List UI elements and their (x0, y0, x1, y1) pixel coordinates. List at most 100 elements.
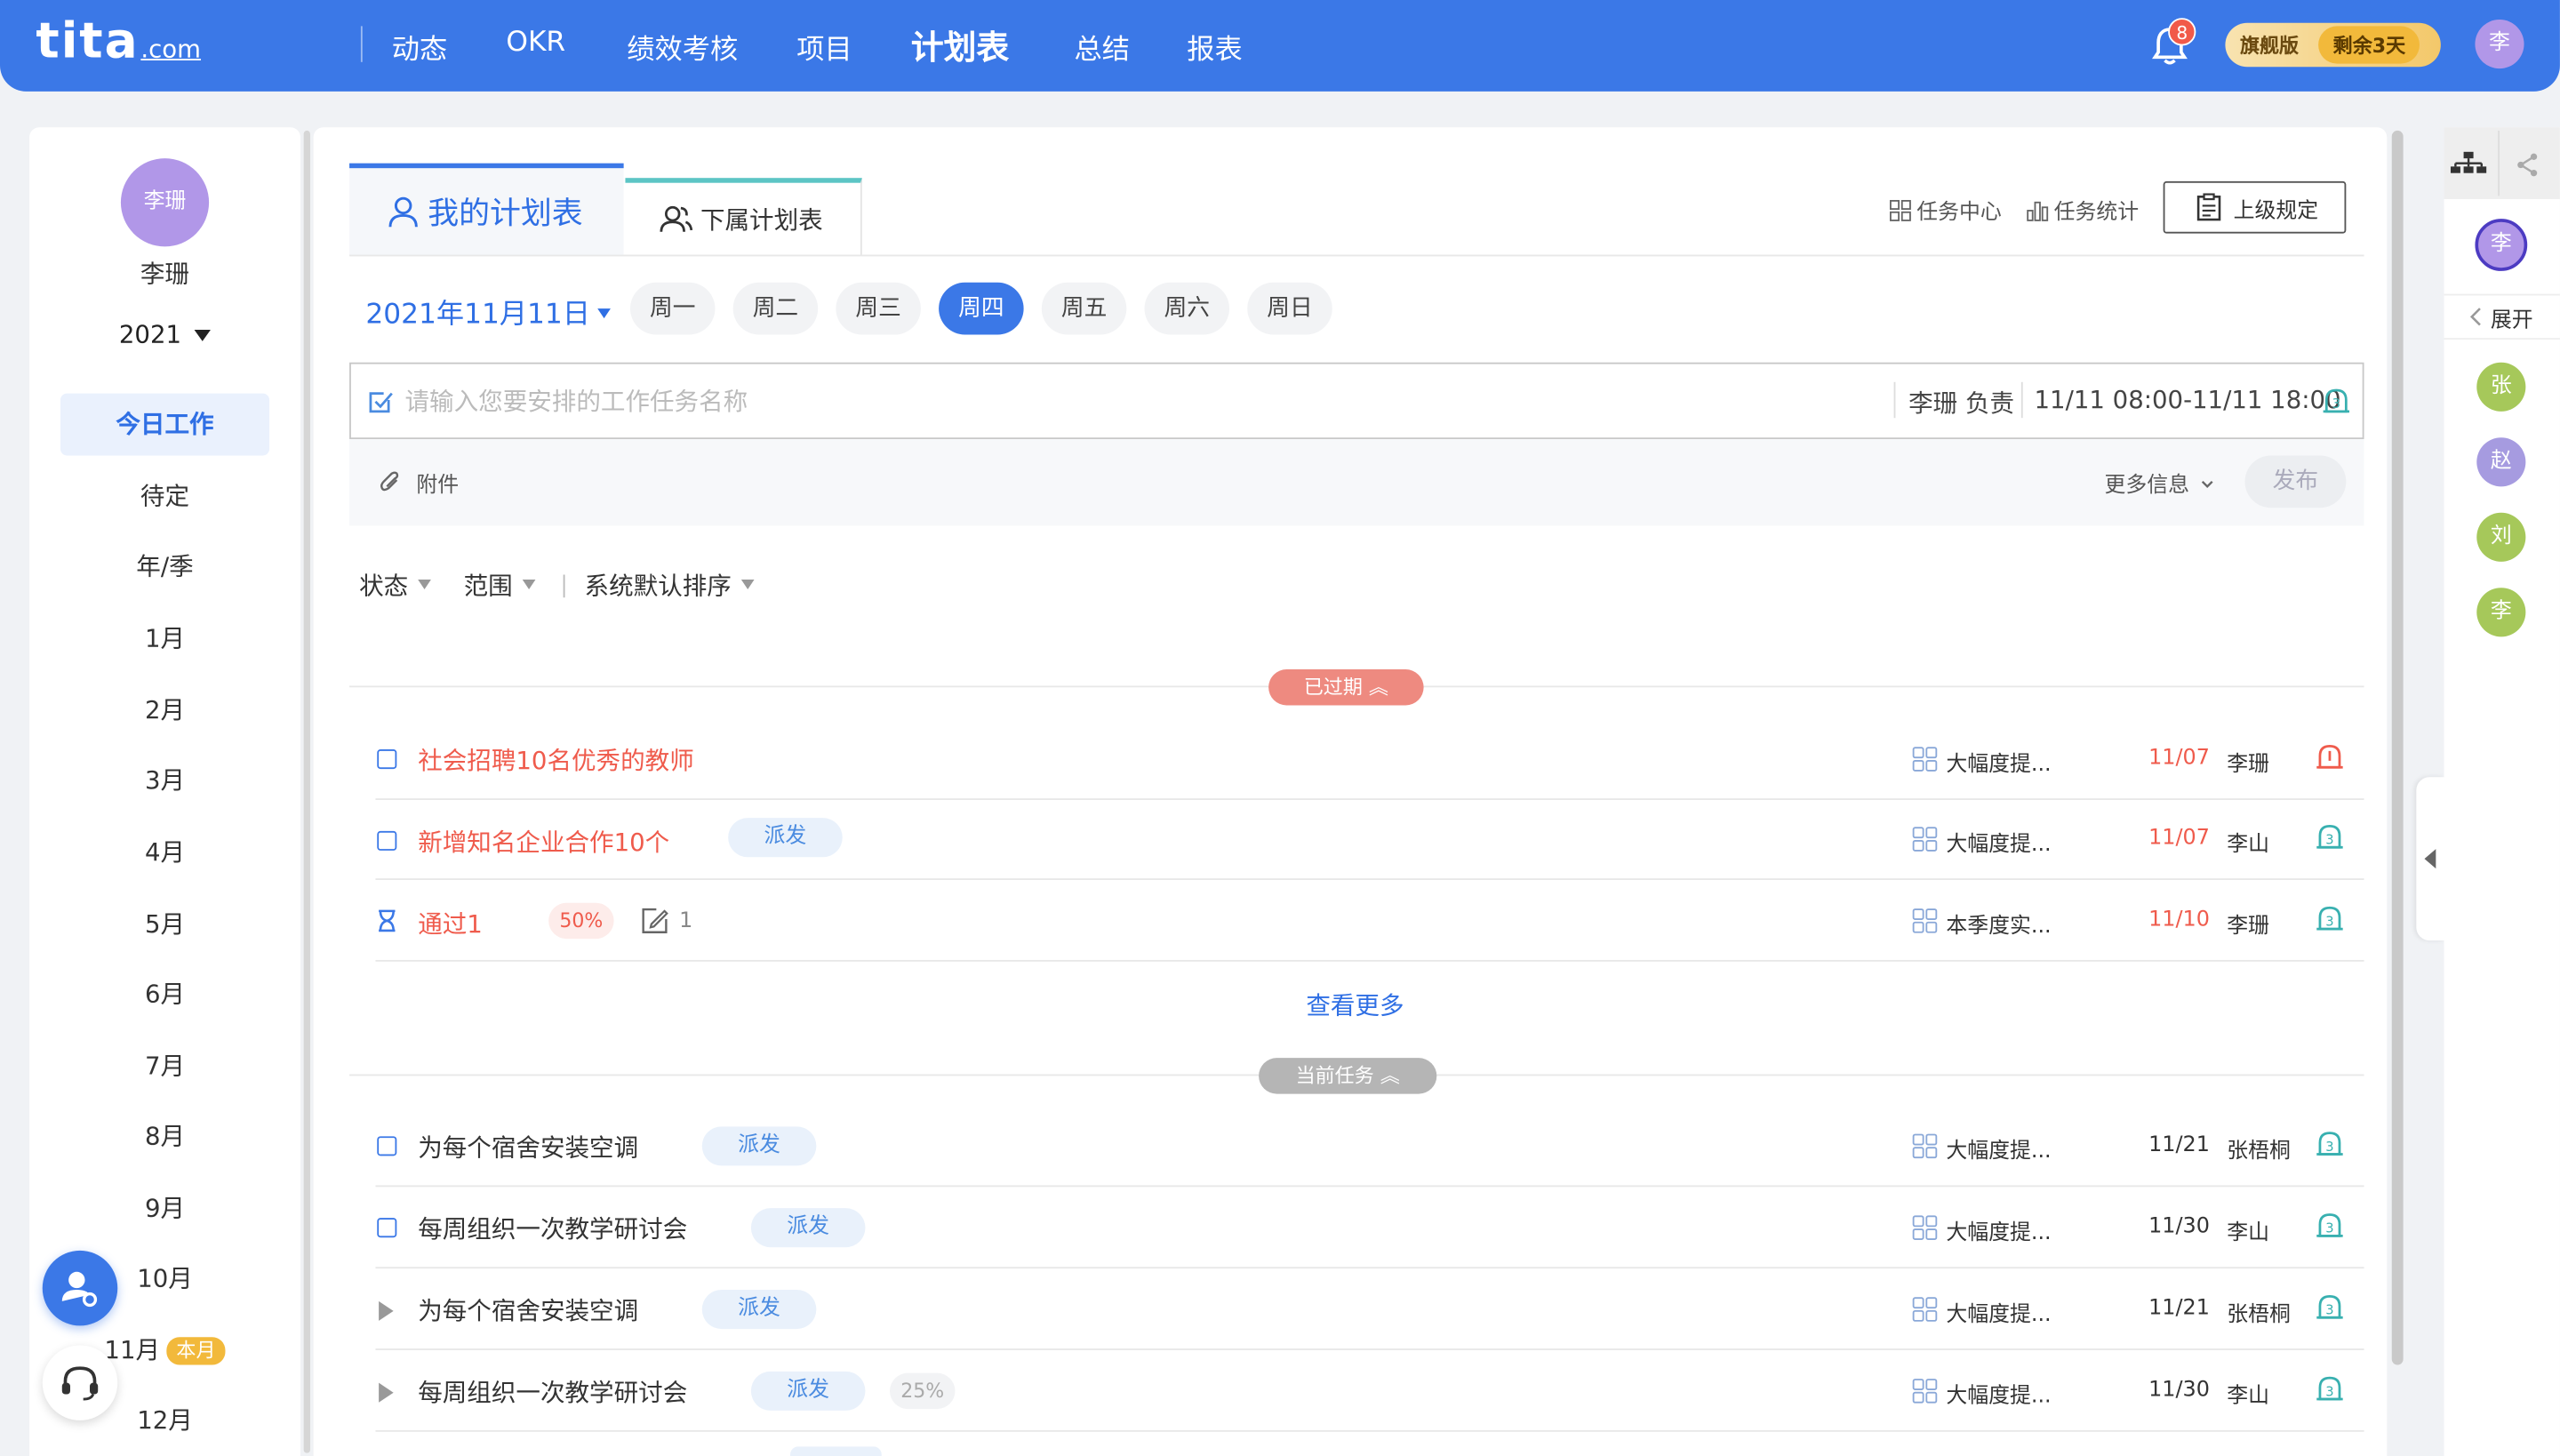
sidebar-item-jul[interactable]: 7月 (60, 1035, 269, 1097)
task-kr-link[interactable]: 大幅度提... (1946, 1133, 2051, 1164)
attachment-button[interactable]: 附件 (416, 467, 459, 499)
sidebar-item-feb[interactable]: 2月 (60, 679, 269, 741)
day-fri[interactable]: 周五 (1041, 282, 1127, 335)
sidebar-item-aug[interactable]: 8月 (60, 1105, 269, 1167)
date-selector[interactable]: 2021年11月11日 (365, 291, 611, 332)
task-kr-link[interactable]: 大幅度提... (1946, 1296, 2051, 1328)
task-title[interactable]: 每周组织一次教学研讨会 (418, 1375, 687, 1410)
sidebar-item-pending[interactable]: 待定 (60, 465, 269, 527)
task-title[interactable]: 通过1 (418, 906, 483, 940)
year-selector[interactable]: 2021 (29, 320, 300, 349)
alarm-icon[interactable]: 3 (2315, 1128, 2344, 1157)
task-owner: 李珊 (2227, 914, 2270, 940)
see-more-link[interactable]: 查看更多 (1274, 988, 1437, 1022)
alarm-icon[interactable]: 3 (2315, 821, 2344, 851)
user-avatar[interactable]: 李 (2475, 20, 2524, 69)
hourglass-icon[interactable] (377, 909, 396, 932)
sidebar-item-today[interactable]: 今日工作 (60, 393, 270, 456)
task-checkbox[interactable] (377, 1136, 397, 1156)
task-kr-link[interactable]: 大幅度提... (1946, 1215, 2051, 1246)
tab-subordinate-plan[interactable]: 下属计划表 (625, 178, 862, 255)
task-kr-link[interactable]: 大幅度提... (1946, 826, 2051, 858)
current-section-toggle[interactable]: 当前任务 ︽ (1259, 1058, 1437, 1094)
superior-rules-button[interactable]: 上级规定 (2163, 180, 2347, 234)
logo[interactable]: tita .com (36, 13, 201, 70)
member-avatar[interactable]: 李 (2476, 588, 2526, 637)
expand-arrow-icon[interactable] (379, 1300, 394, 1321)
grid-icon (1912, 827, 1938, 852)
alarm-icon[interactable]: 3 (2315, 903, 2344, 932)
filter-scope[interactable]: 范围 (464, 568, 536, 603)
row-divider (375, 1429, 2364, 1432)
plan-edition-badge[interactable]: 旗舰版 剩余3天 (2225, 22, 2441, 68)
task-kr-link[interactable]: 大幅度提... (1946, 1378, 2051, 1410)
share-icon[interactable] (2515, 152, 2540, 178)
sidebar-item-mar[interactable]: 3月 (60, 749, 269, 812)
task-checkbox[interactable] (377, 830, 397, 851)
alarm-icon[interactable]: 3 (2322, 385, 2351, 414)
sidebar-item-jun[interactable]: 6月 (60, 964, 269, 1026)
alarm-icon[interactable]: 3 (2315, 1292, 2344, 1321)
task-title[interactable]: 为每个宿舍安装空调 (418, 1293, 638, 1328)
filter-status[interactable]: 状态 (359, 568, 431, 603)
sidebar-scrollbar[interactable] (303, 130, 310, 1453)
member-avatar[interactable]: 刘 (2476, 512, 2526, 562)
tab-my-plan[interactable]: 我的计划表 (349, 163, 624, 255)
expand-arrow-icon[interactable] (379, 1382, 394, 1403)
chevron-left-icon (2470, 308, 2482, 326)
filter-sort[interactable]: 系统默认排序 (585, 568, 755, 603)
task-due-date: 11/10 (2148, 908, 2210, 932)
day-thu[interactable]: 周四 (939, 282, 1024, 335)
task-title[interactable]: 新增知名企业合作10个 (418, 825, 669, 860)
sidebar-avatar[interactable]: 李珊 (120, 158, 210, 247)
alarm-icon[interactable] (2315, 741, 2344, 771)
main-scrollbar[interactable] (2391, 130, 2404, 1365)
support-button[interactable] (42, 1345, 118, 1420)
task-title[interactable]: 为每个宿舍安装空调 (418, 1130, 638, 1164)
sidebar-item-may[interactable]: 5月 (60, 893, 269, 956)
task-stats-link[interactable]: 任务统计 (2026, 195, 2139, 225)
nav-dynamics[interactable]: 动态 (392, 26, 447, 68)
nav-reports[interactable]: 报表 (1187, 26, 1242, 68)
expand-member-list[interactable]: 展开 (2444, 293, 2560, 340)
edit-note-icon[interactable] (640, 906, 669, 935)
task-title[interactable]: 每周组织一次教学研讨会 (418, 1212, 687, 1246)
task-owner-selector[interactable]: 李珊 负责 (1908, 385, 2014, 420)
nav-plan[interactable]: 计划表 (911, 21, 1009, 68)
sidebar-item-jan[interactable]: 1月 (60, 607, 269, 669)
member-avatar[interactable]: 赵 (2476, 437, 2526, 487)
day-mon[interactable]: 周一 (629, 282, 716, 335)
sidebar-item-sep[interactable]: 9月 (60, 1177, 269, 1239)
day-wed[interactable]: 周三 (836, 282, 921, 335)
nav-summary[interactable]: 总结 (1075, 26, 1130, 68)
user-settings-button[interactable] (42, 1250, 118, 1326)
sidebar-item-year-quarter[interactable]: 年/季 (60, 535, 269, 597)
task-kr-link[interactable]: 大幅度提... (1946, 746, 2051, 778)
more-info-dropdown[interactable]: 更多信息 (2105, 467, 2216, 498)
day-sun[interactable]: 周日 (1247, 282, 1332, 335)
task-checkbox[interactable] (377, 749, 397, 770)
task-center-link[interactable]: 任务中心 (1889, 195, 2002, 225)
nav-performance[interactable]: 绩效考核 (627, 26, 738, 68)
task-time-range[interactable]: 11/11 08:00-11/11 18:00 (2035, 385, 2341, 414)
task-checkbox[interactable] (377, 1218, 397, 1238)
task-kr-link[interactable]: 本季度实... (1946, 908, 2051, 940)
sidebar-item-apr[interactable]: 4月 (60, 821, 269, 884)
day-sat[interactable]: 周六 (1144, 282, 1230, 335)
dispatch-tag (789, 1446, 882, 1456)
alarm-icon[interactable]: 3 (2315, 1373, 2344, 1403)
member-avatar[interactable]: 张 (2476, 362, 2526, 412)
collapse-panel-handle[interactable] (2416, 777, 2444, 940)
task-title[interactable]: 社会招聘10名优秀的教师 (418, 743, 694, 778)
day-tue[interactable]: 周二 (732, 282, 819, 335)
publish-button[interactable]: 发布 (2244, 455, 2347, 508)
org-chart-icon[interactable] (2450, 150, 2487, 176)
alarm-icon[interactable]: 3 (2315, 1210, 2344, 1239)
nav-project[interactable]: 项目 (796, 26, 852, 68)
current-user-avatar[interactable]: 李 (2475, 219, 2528, 271)
overdue-section-toggle[interactable]: 已过期 ︽ (1268, 669, 1424, 706)
svg-text:3: 3 (2332, 396, 2340, 412)
task-name-input[interactable] (404, 379, 1875, 425)
nav-okr[interactable]: OKR (506, 26, 565, 59)
tab-my-plan-label: 我的计划表 (428, 196, 583, 232)
